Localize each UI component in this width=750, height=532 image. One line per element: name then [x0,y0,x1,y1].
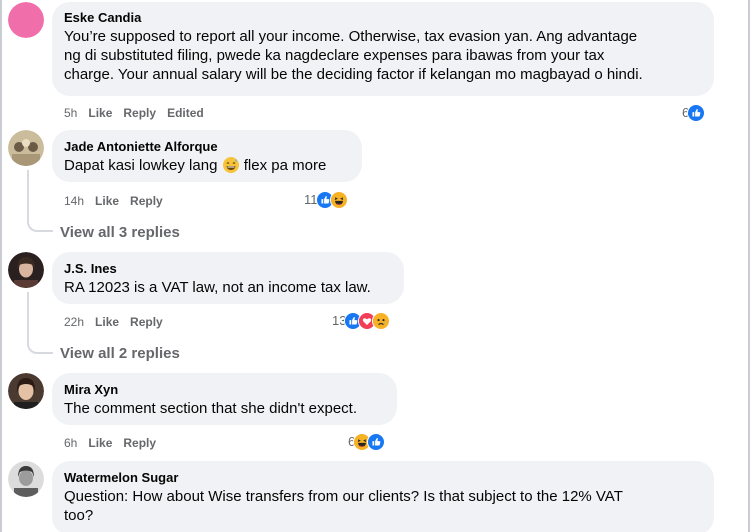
sad-reaction-icon [372,312,391,330]
comment-bubble: Jade Antoniette Alforque Dapat kasi lowk… [52,130,362,182]
comment-text: Dapat kasi lowkey lang flex pa more [64,156,350,175]
reply-button[interactable]: Reply [130,193,163,209]
reaction-summary[interactable]: 13 [332,312,391,330]
comment-author[interactable]: Eske Candia [64,9,702,26]
comment-text-line: charge. Your annual salary will be the d… [64,66,643,83]
haha-reaction-icon [329,191,348,209]
comment-text-line: You’re supposed to report all your incom… [64,28,638,45]
comment-bubble: Watermelon Sugar Question: How about Wis… [52,461,714,532]
avatar[interactable] [8,373,44,409]
avatar[interactable] [8,2,44,38]
comment-actions: 5h Like Reply Edited [64,105,204,121]
reply-button[interactable]: Reply [123,105,156,121]
like-button[interactable]: Like [95,193,119,209]
comment-timestamp[interactable]: 14h [64,193,84,209]
comment-actions: 14h Like Reply [64,193,163,209]
comment-text-part: Dapat kasi lowkey lang [64,157,218,174]
reply-thread-connector [27,292,53,354]
grinning-sweat-emoji [222,156,240,174]
reaction-summary[interactable]: 6 [682,104,706,122]
comment-actions: 22h Like Reply [64,314,163,330]
comment-text: The comment section that she didn't expe… [64,400,358,417]
reaction-summary[interactable]: 11 [304,191,348,209]
like-reaction-icon [687,104,706,122]
avatar[interactable] [8,130,44,166]
comment-actions: 6h Like Reply [64,435,156,451]
reply-button[interactable]: Reply [123,435,156,451]
view-replies-link[interactable]: View all 2 replies [60,344,180,363]
reply-thread-connector [27,170,53,232]
avatar[interactable] [8,461,44,497]
reaction-summary[interactable]: 6 [348,433,386,451]
comment-timestamp[interactable]: 6h [64,435,77,451]
comment-bubble: J.S. Ines RA 12023 is a VAT law, not an … [52,252,404,304]
comment-text-line: too? [64,507,94,524]
view-replies-link[interactable]: View all 3 replies [60,223,180,242]
comment-bubble: Eske Candia You’re supposed to report al… [52,2,714,96]
comment-text-line: Question: How about Wise transfers from … [64,488,623,505]
comment-text: RA 12023 is a VAT law, not an income tax… [64,279,371,296]
comment-author[interactable]: Watermelon Sugar [64,469,702,486]
reply-button[interactable]: Reply [130,314,163,330]
comment-author[interactable]: Jade Antoniette Alforque [64,138,350,155]
comment-author[interactable]: J.S. Ines [64,260,392,277]
panel-border-left [0,0,2,532]
like-button[interactable]: Like [95,314,119,330]
comment-text-line: ng di substituted filing, pwede ka nagde… [64,47,605,64]
edited-label[interactable]: Edited [167,105,204,121]
comment-author[interactable]: Mira Xyn [64,381,385,398]
comment-timestamp[interactable]: 5h [64,105,77,121]
like-button[interactable]: Like [88,435,112,451]
like-button[interactable]: Like [88,105,112,121]
comment-timestamp[interactable]: 22h [64,314,84,330]
avatar[interactable] [8,252,44,288]
comment-bubble: Mira Xyn The comment section that she di… [52,373,397,425]
like-reaction-icon [367,433,386,451]
comment-text-part: flex pa more [243,157,327,174]
